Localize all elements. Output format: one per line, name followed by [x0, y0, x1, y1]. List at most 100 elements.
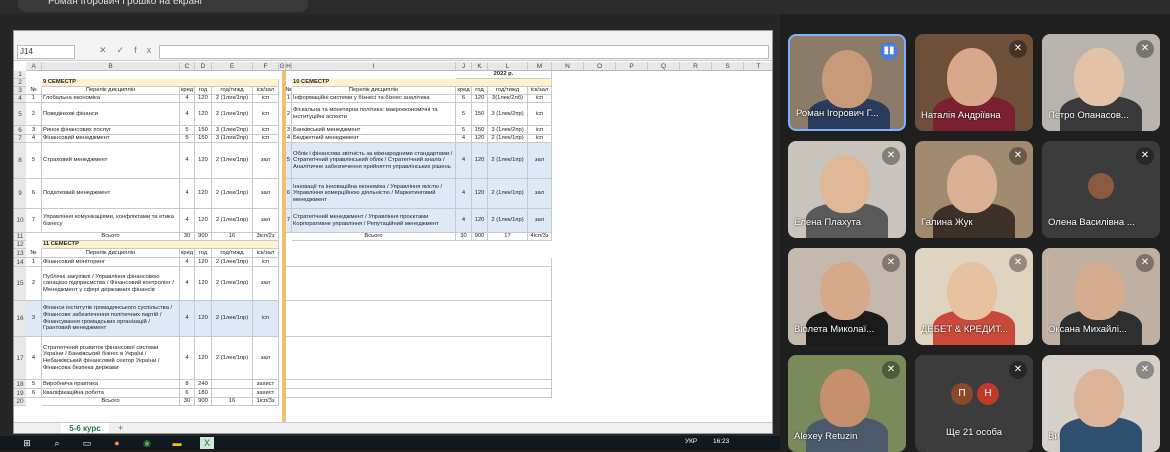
table-cell[interactable]: 2 (1лек/1пр) [212, 103, 253, 126]
column-header[interactable]: F [253, 62, 279, 71]
table-cell[interactable]: 150 [472, 126, 488, 135]
language-indicator[interactable]: УКР [685, 438, 697, 445]
spreadsheet-grid[interactable]: ABCDEFGHIJKLMNOPQRSTU12022 р.29 СЕМЕСТР1… [14, 62, 772, 424]
row-header[interactable]: 15 [14, 267, 26, 301]
table-header[interactable]: год/тижд [212, 87, 253, 95]
row-header[interactable]: 17 [14, 337, 26, 380]
table-cell[interactable]: ісп [253, 301, 279, 337]
table-cell[interactable]: 2 (1лек/1пр) [488, 209, 528, 233]
table-cell[interactable]: Фінанси інститутів громадянського суспіл… [42, 301, 180, 337]
table-cell[interactable]: 4 [456, 179, 472, 209]
table-cell[interactable]: 4 [456, 143, 472, 179]
table-header[interactable]: кред [180, 87, 195, 95]
total-cell[interactable]: Всього [42, 398, 180, 406]
table-cell[interactable]: 3 (1лек/2пр) [212, 135, 253, 143]
empty-cell[interactable] [286, 389, 552, 398]
row-header[interactable]: 9 [14, 179, 26, 209]
semester-header[interactable]: 11 СЕМЕСТР [42, 241, 279, 249]
table-cell[interactable]: 120 [195, 143, 212, 179]
empty-cell[interactable] [286, 380, 552, 389]
table-header[interactable]: кред [180, 249, 195, 258]
table-cell[interactable]: 6 [456, 95, 472, 103]
column-header[interactable]: T [744, 62, 772, 71]
table-cell[interactable]: 2 (1лек/1пр) [488, 143, 528, 179]
table-header[interactable]: Перелік дисциплін [42, 87, 180, 95]
empty-cell[interactable] [286, 267, 552, 301]
table-cell[interactable]: захист [253, 389, 279, 398]
table-cell[interactable]: 2 (1лек/1пр) [488, 135, 528, 143]
table-cell[interactable]: 5 [26, 380, 42, 389]
column-header[interactable]: E [212, 62, 253, 71]
table-cell[interactable]: 2 (1лек/1пр) [212, 337, 253, 380]
table-cell[interactable]: 240 [195, 380, 212, 389]
table-cell[interactable]: 120 [195, 95, 212, 103]
table-cell[interactable]: зал [528, 179, 552, 209]
row-header[interactable]: 1 [14, 71, 26, 79]
table-header[interactable]: № [26, 249, 42, 258]
table-header[interactable]: № [26, 87, 42, 95]
table-cell[interactable]: Облік і фінансова звітність за міжнародн… [292, 143, 456, 179]
table-cell[interactable]: 5 [180, 135, 195, 143]
row-header[interactable]: 20 [14, 398, 26, 406]
table-cell[interactable]: Банківський менеджмент [292, 126, 456, 135]
table-cell[interactable]: 150 [195, 135, 212, 143]
table-cell[interactable]: 120 [472, 143, 488, 179]
row-header[interactable]: 10 [14, 209, 26, 233]
table-header[interactable]: год/тижд [488, 87, 528, 95]
total-cell[interactable]: 1ісп/3з [253, 398, 279, 406]
table-header[interactable]: год/тижд [212, 249, 253, 258]
table-header[interactable]: год [195, 249, 212, 258]
table-cell[interactable]: 2 [26, 103, 42, 126]
table-cell[interactable]: ісп [253, 126, 279, 135]
table-cell[interactable]: 2 (1лек/1пр) [212, 267, 253, 301]
table-cell[interactable]: 150 [472, 103, 488, 126]
table-cell[interactable]: 120 [472, 135, 488, 143]
row-header[interactable]: 2 [14, 79, 26, 87]
table-cell[interactable]: зал [528, 209, 552, 233]
table-cell[interactable]: зал [253, 337, 279, 380]
year-cell[interactable]: 2022 р. [456, 71, 552, 79]
table-cell[interactable]: 150 [195, 126, 212, 135]
table-header[interactable]: год [472, 87, 488, 95]
total-cell[interactable]: Всього [42, 233, 180, 241]
search-icon[interactable]: ⌕ [50, 437, 64, 449]
column-header[interactable]: N [552, 62, 584, 71]
column-header[interactable]: C [180, 62, 195, 71]
table-cell[interactable]: 4 [180, 143, 195, 179]
total-cell[interactable]: Всього [292, 233, 456, 241]
table-cell[interactable]: 5 [180, 126, 195, 135]
empty-cell[interactable] [286, 337, 552, 380]
excel-icon[interactable]: X [200, 437, 214, 449]
table-cell[interactable]: Виробнича практика [42, 380, 180, 389]
participant-tile[interactable]: ✕ Олена Василівна ... [1042, 141, 1160, 238]
table-cell[interactable]: 3(1лек/2лб) [488, 95, 528, 103]
table-cell[interactable]: 120 [195, 301, 212, 337]
table-cell[interactable]: захист [253, 380, 279, 389]
row-header[interactable]: 11 [14, 233, 26, 241]
table-cell[interactable]: зал [253, 267, 279, 301]
table-cell[interactable]: 2 [26, 267, 42, 301]
table-cell[interactable]: Ринок фінансових послуг [42, 126, 180, 135]
total-cell[interactable]: 16 [212, 398, 253, 406]
table-cell[interactable]: Фіскальна та монетарна політика: макроек… [292, 103, 456, 126]
table-header[interactable]: год [195, 87, 212, 95]
table-cell[interactable]: ісп [253, 95, 279, 103]
table-cell[interactable]: 120 [472, 209, 488, 233]
table-cell[interactable]: 3 (1лек/2пр) [488, 126, 528, 135]
row-header[interactable]: 16 [14, 301, 26, 337]
task-view-icon[interactable]: ▭ [80, 437, 94, 449]
table-cell[interactable]: зал [253, 209, 279, 233]
table-cell[interactable]: Бюджетний менеджмент [292, 135, 456, 143]
table-cell[interactable]: 4 [26, 337, 42, 380]
row-header[interactable]: 14 [14, 258, 26, 267]
row-header[interactable]: 4 [14, 95, 26, 103]
table-header[interactable]: іск/зал [528, 87, 552, 95]
table-cell[interactable]: 120 [195, 209, 212, 233]
table-cell[interactable]: 8 [180, 380, 195, 389]
table-cell[interactable]: 2 (1лек/1пр) [212, 143, 253, 179]
table-cell[interactable]: 5 [456, 103, 472, 126]
column-header[interactable]: J [456, 62, 472, 71]
row-header[interactable]: 18 [14, 380, 26, 389]
row-header[interactable]: 19 [14, 389, 26, 398]
row-header[interactable]: 6 [14, 126, 26, 135]
